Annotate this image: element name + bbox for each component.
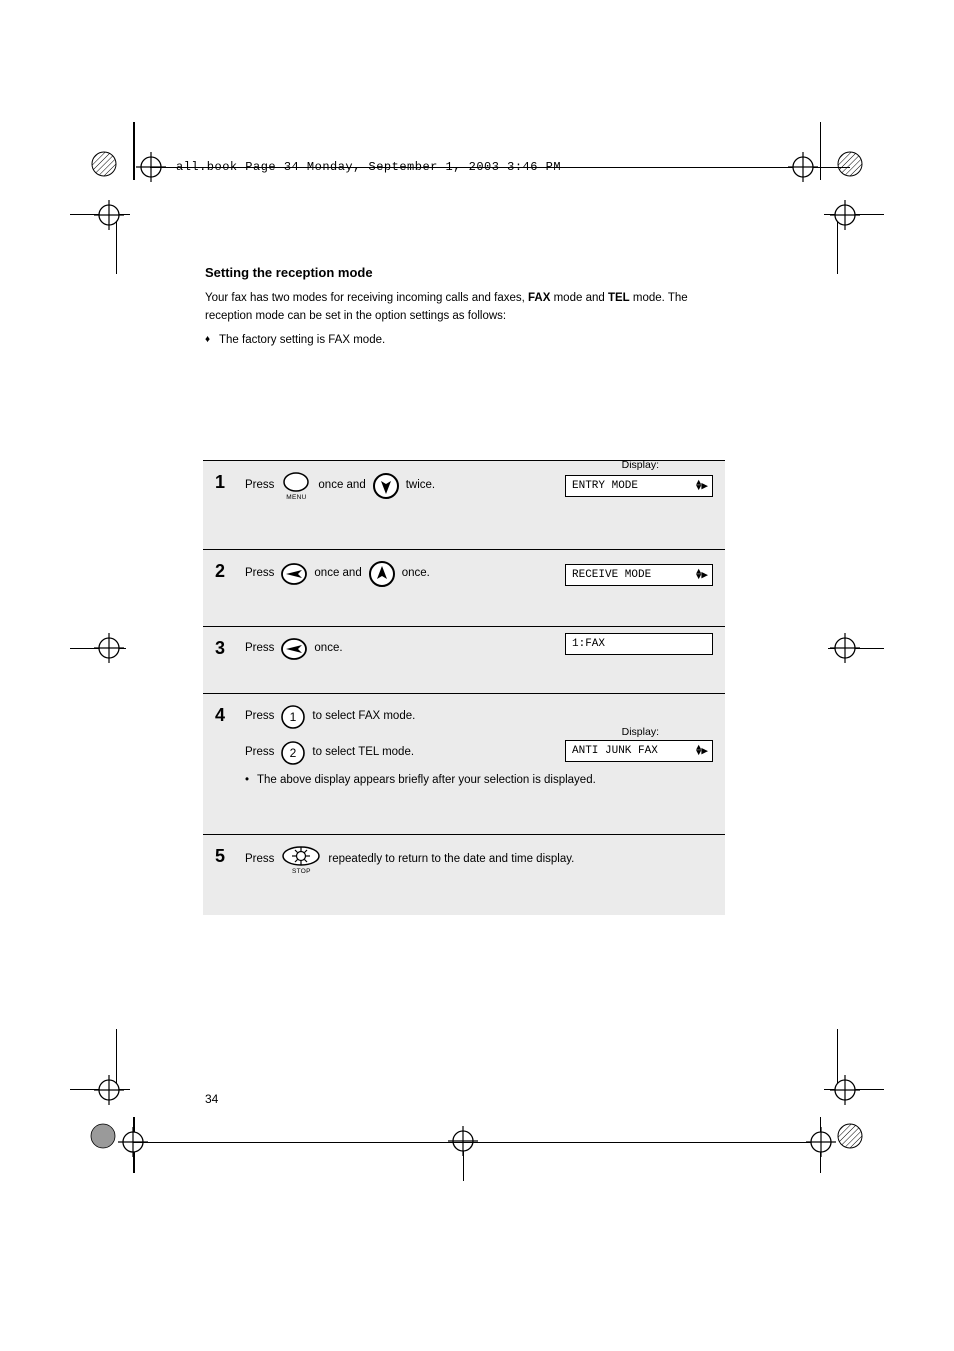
stop-key: STOP: [280, 845, 322, 876]
step-5: 5 Press: [203, 835, 725, 915]
intro-fax: FAX: [528, 292, 550, 304]
step-3-before: Press: [245, 640, 274, 658]
step-2-num: 2: [215, 562, 235, 580]
lcd-2-text: RECEIVE MODE: [572, 569, 651, 581]
section-title: Setting the reception mode: [205, 265, 725, 280]
step-5-before: Press: [245, 851, 274, 869]
lcd-arrow-icon: ▲▼▶: [696, 568, 708, 582]
intro-mid: mode and: [550, 292, 608, 304]
step-4a-before: Press: [245, 708, 274, 726]
step-4: Display: ANTI JUNK FAX ▲▼▶ 4 Press 1: [203, 694, 725, 835]
step-4a-after: to select FAX mode.: [312, 708, 415, 726]
display-label-4: Display:: [622, 726, 659, 738]
intro-paragraph: Your fax has two modes for receiving inc…: [205, 290, 725, 326]
lcd-2: RECEIVE MODE ▲▼▶: [565, 564, 713, 586]
menu-key-label: MENU: [286, 495, 306, 502]
step-1-num: 1: [215, 473, 235, 491]
step-2-after: once.: [402, 565, 430, 583]
step-1-after: twice.: [406, 477, 435, 495]
step-1-mid: once and: [318, 477, 365, 495]
down-key: [372, 472, 400, 500]
step-2: RECEIVE MODE ▲▼▶ 2 Press once and: [203, 550, 725, 627]
intro-prefix: Your fax has two modes for receiving inc…: [205, 292, 528, 304]
lcd-arrow-icon: ▲▼▶: [696, 744, 708, 758]
step-4-num: 4: [215, 706, 235, 724]
header-line: all.book Page 34 Monday, September 1, 20…: [176, 160, 561, 174]
step-3-after: once.: [314, 640, 342, 658]
step-3: Display: 1:FAX 3 Press once.: [203, 627, 725, 694]
content-area: Setting the reception mode Your fax has …: [205, 265, 725, 349]
step-1-before: Press: [245, 477, 274, 495]
step-2-before: Press: [245, 565, 274, 583]
digit-2-label: 2: [290, 746, 297, 760]
display-label-1: Display:: [622, 459, 659, 471]
up-key: [368, 560, 396, 588]
lcd-4-text: ANTI JUNK FAX: [572, 745, 658, 757]
lcd-1: ENTRY MODE ▲▼▶: [565, 475, 713, 497]
lcd-3-text: 1:FAX: [572, 638, 605, 650]
lcd-3: 1:FAX: [565, 633, 713, 655]
step-1: Display: ENTRY MODE ▲▼▶ 1 Press MENU onc…: [203, 461, 725, 550]
step-2-mid: once and: [314, 565, 361, 583]
lcd-1-text: ENTRY MODE: [572, 480, 638, 492]
menu-key: MENU: [280, 471, 312, 502]
step-4-bullet: The above display appears briefly after …: [245, 772, 713, 790]
step-5-after: repeatedly to return to the date and tim…: [328, 851, 574, 869]
lcd-4: ANTI JUNK FAX ▲▼▶: [565, 740, 713, 762]
step-4b-before: Press: [245, 744, 274, 762]
step-3-num: 3: [215, 639, 235, 657]
enter-key: [280, 562, 308, 586]
enter-key: [280, 637, 308, 661]
stop-key-label: STOP: [292, 869, 311, 876]
steps-panel: Display: ENTRY MODE ▲▼▶ 1 Press MENU onc…: [203, 460, 725, 915]
lcd-arrow-icon: ▲▼▶: [696, 479, 708, 493]
intro-bullet: The factory setting is FAX mode.: [205, 332, 725, 350]
step-4b-after: to select TEL mode.: [312, 744, 414, 762]
page-number: 34: [205, 1092, 218, 1106]
digit-1-key: 1: [280, 704, 306, 730]
step-5-num: 5: [215, 847, 235, 865]
digit-2-key: 2: [280, 740, 306, 766]
digit-1-label: 1: [290, 710, 297, 724]
intro-tel: TEL: [608, 292, 630, 304]
